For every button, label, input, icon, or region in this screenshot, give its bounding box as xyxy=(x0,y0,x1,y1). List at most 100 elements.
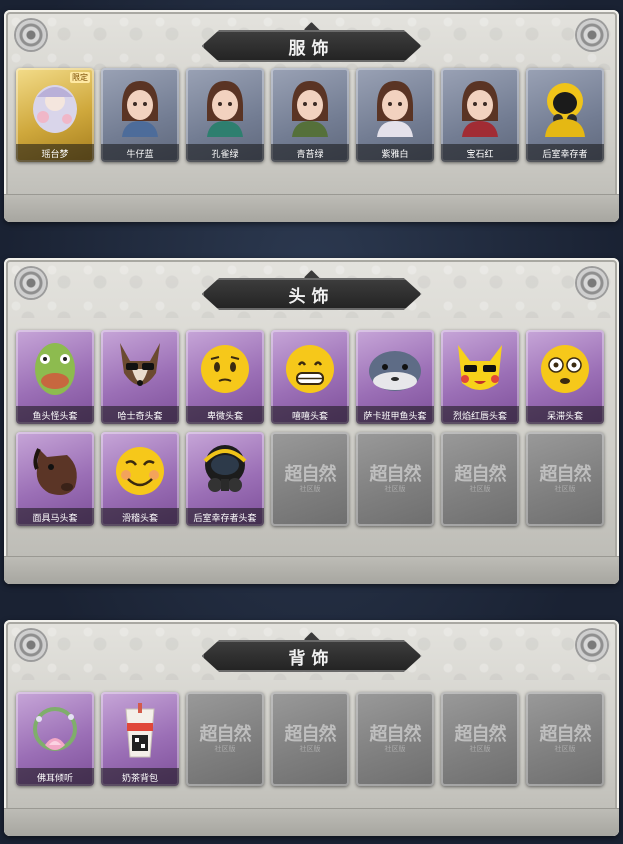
milk-tea-backpack-icon xyxy=(111,700,169,762)
watermark-subtext: 社区版 xyxy=(384,485,406,493)
horse-mask-icon xyxy=(26,440,84,502)
sacabambaspis-mask-icon xyxy=(366,338,424,400)
item-name: 佛耳倾听 xyxy=(16,768,94,786)
section-title: 背饰 xyxy=(201,640,422,672)
backwear-panel: 背饰 佛耳倾听 奶茶背包 超自然 社区版 超自然 社区版 超自然 社区版 超自然 xyxy=(4,620,619,836)
watermark-text: 超自然 xyxy=(369,464,422,485)
girl-costume-icon xyxy=(111,76,169,138)
panel-footer xyxy=(4,808,619,836)
item-card[interactable]: 呆滞头套 xyxy=(526,330,604,424)
hazmat-costume-icon xyxy=(536,76,594,138)
item-card[interactable]: 佛耳倾听 xyxy=(16,692,94,786)
ornament-icon xyxy=(16,20,46,50)
item-card[interactable]: 后室幸存者头套 xyxy=(186,432,264,526)
item-card[interactable]: 限定 瑶台梦 xyxy=(16,68,94,162)
watermark-subtext: 社区版 xyxy=(384,745,406,753)
item-card[interactable]: 卑微头套 xyxy=(186,330,264,424)
item-name: 面具马头套 xyxy=(16,508,94,526)
item-name: 后室幸存者头套 xyxy=(186,508,264,526)
humble-emoji-mask-icon xyxy=(196,338,254,400)
empty-slot: 超自然 社区版 xyxy=(356,432,434,526)
item-name: 烈焰红唇头套 xyxy=(441,406,519,424)
watermark-text: 超自然 xyxy=(539,464,592,485)
item-name: 卑微头套 xyxy=(186,406,264,424)
empty-slot: 超自然 社区版 xyxy=(526,432,604,526)
gas-mask-icon xyxy=(196,440,254,502)
ornament-icon xyxy=(577,630,607,660)
item-card[interactable]: 宝石红 xyxy=(441,68,519,162)
yellow-creature-mask-icon xyxy=(451,338,509,400)
empty-slot: 超自然 社区版 xyxy=(356,692,434,786)
watermark-subtext: 社区版 xyxy=(469,485,491,493)
item-card[interactable]: 牛仔蓝 xyxy=(101,68,179,162)
item-name: 后室幸存者 xyxy=(526,144,604,162)
item-card[interactable]: 面具马头套 xyxy=(16,432,94,526)
item-name: 瑶台梦 xyxy=(16,144,94,162)
watermark-text: 超自然 xyxy=(454,464,507,485)
item-card[interactable]: 紫雅白 xyxy=(356,68,434,162)
watermark-text: 超自然 xyxy=(199,724,252,745)
item-name: 哈士奇头套 xyxy=(101,406,179,424)
item-name: 宝石红 xyxy=(441,144,519,162)
watermark-text: 超自然 xyxy=(284,724,337,745)
section-title: 服饰 xyxy=(201,30,422,62)
watermark-text: 超自然 xyxy=(454,724,507,745)
empty-slot: 超自然 社区版 xyxy=(271,432,349,526)
ornament-icon xyxy=(577,268,607,298)
ornament-icon xyxy=(16,630,46,660)
backwear-grid: 佛耳倾听 奶茶背包 超自然 社区版 超自然 社区版 超自然 社区版 超自然 社区… xyxy=(16,692,604,786)
section-title: 头饰 xyxy=(201,278,422,310)
watermark-subtext: 社区版 xyxy=(214,745,236,753)
panel-footer xyxy=(4,556,619,584)
watermark-text: 超自然 xyxy=(539,724,592,745)
watermark-subtext: 社区版 xyxy=(299,745,321,753)
item-card[interactable]: 哈士奇头套 xyxy=(101,330,179,424)
empty-slot: 超自然 社区版 xyxy=(441,432,519,526)
lotus-wreath-icon xyxy=(26,700,84,762)
funny-emoji-mask-icon xyxy=(111,440,169,502)
panel-footer xyxy=(4,194,619,222)
watermark-subtext: 社区版 xyxy=(554,485,576,493)
empty-slot: 超自然 社区版 xyxy=(526,692,604,786)
item-name: 滑稽头套 xyxy=(101,508,179,526)
empty-slot: 超自然 社区版 xyxy=(441,692,519,786)
item-card[interactable]: 嘻嘻头套 xyxy=(271,330,349,424)
item-name: 萨卡班甲鱼头套 xyxy=(356,406,434,424)
item-name: 青苔绿 xyxy=(271,144,349,162)
item-name: 奶茶背包 xyxy=(101,768,179,786)
grin-emoji-mask-icon xyxy=(281,338,339,400)
girl-costume-icon xyxy=(196,76,254,138)
item-name: 嘻嘻头套 xyxy=(271,406,349,424)
watermark-subtext: 社区版 xyxy=(469,745,491,753)
item-name: 牛仔蓝 xyxy=(101,144,179,162)
item-card[interactable]: 滑稽头套 xyxy=(101,432,179,526)
dream-costume-icon xyxy=(26,76,84,138)
item-card[interactable]: 奶茶背包 xyxy=(101,692,179,786)
fish-mask-icon xyxy=(26,338,84,400)
watermark-text: 超自然 xyxy=(369,724,422,745)
item-name: 紫雅白 xyxy=(356,144,434,162)
girl-costume-icon xyxy=(366,76,424,138)
item-card[interactable]: 孔雀绿 xyxy=(186,68,264,162)
item-card[interactable]: 青苔绿 xyxy=(271,68,349,162)
dazed-emoji-mask-icon xyxy=(536,338,594,400)
item-card[interactable]: 萨卡班甲鱼头套 xyxy=(356,330,434,424)
item-name: 鱼头怪头套 xyxy=(16,406,94,424)
item-card[interactable]: 烈焰红唇头套 xyxy=(441,330,519,424)
headwear-panel: 头饰 鱼头怪头套 哈士奇头套 卑微头套 嘻嘻头套 萨卡班甲鱼头套 烈焰红唇头套 … xyxy=(4,258,619,584)
item-card[interactable]: 鱼头怪头套 xyxy=(16,330,94,424)
husky-mask-icon xyxy=(111,338,169,400)
empty-slot: 超自然 社区版 xyxy=(271,692,349,786)
ornament-icon xyxy=(16,268,46,298)
girl-costume-icon xyxy=(281,76,339,138)
item-name: 孔雀绿 xyxy=(186,144,264,162)
headwear-grid: 鱼头怪头套 哈士奇头套 卑微头套 嘻嘻头套 萨卡班甲鱼头套 烈焰红唇头套 呆滞头… xyxy=(16,330,604,526)
item-card[interactable]: 后室幸存者 xyxy=(526,68,604,162)
empty-slot: 超自然 社区版 xyxy=(186,692,264,786)
costume-panel: 服饰 限定 瑶台梦 牛仔蓝 孔雀绿 青苔绿 紫雅白 宝石红 后室幸存者 xyxy=(4,10,619,222)
girl-costume-icon xyxy=(451,76,509,138)
watermark-subtext: 社区版 xyxy=(554,745,576,753)
item-name: 呆滞头套 xyxy=(526,406,604,424)
watermark-text: 超自然 xyxy=(284,464,337,485)
watermark-subtext: 社区版 xyxy=(299,485,321,493)
